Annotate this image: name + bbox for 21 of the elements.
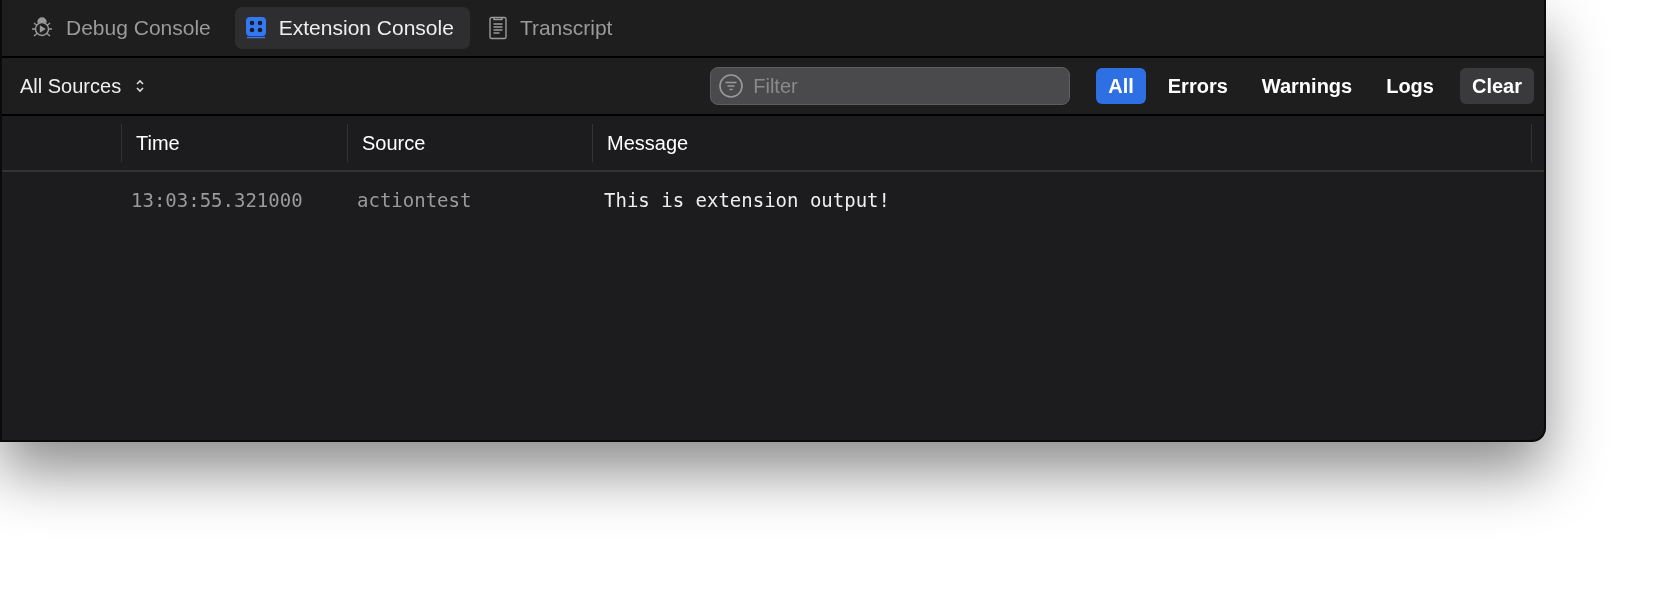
filter-icon [718,73,745,99]
bug-icon [30,16,54,40]
level-filter-button[interactable]: Logs [1374,68,1446,104]
clear-button[interactable]: Clear [1459,68,1534,104]
console-tab[interactable]: Debug Console [20,7,227,49]
extension-icon [244,16,267,40]
column-header: Time [136,131,180,155]
column-header: Source [362,131,426,155]
level-filter-button[interactable]: All [1096,68,1146,104]
filter-field[interactable]: Filter [710,67,1071,105]
console-tab[interactable]: Transcript [477,7,629,49]
source-menu[interactable]: All Sources [20,74,146,98]
column-header: Message [607,131,689,155]
chevron-updown-icon [135,78,146,94]
console-tab[interactable]: Extension Console [234,7,470,49]
table-cell: actiontest [357,189,472,211]
table-cell: This is extension output! [604,189,890,211]
level-filter-button[interactable]: Errors [1155,68,1240,104]
level-filter-button[interactable]: Warnings [1249,68,1365,104]
document-icon [487,16,508,40]
table-cell: 13:03:55.321000 [131,189,303,211]
